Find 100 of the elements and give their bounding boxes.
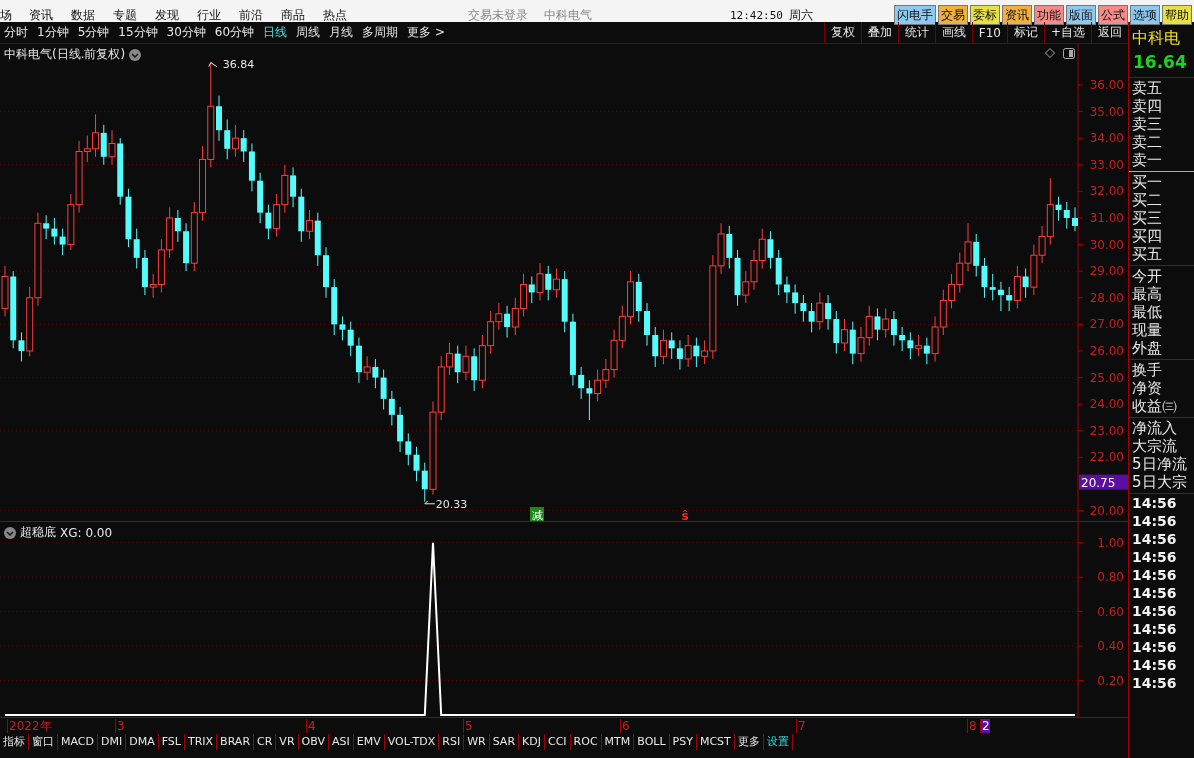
- quote-label: 卖一: [1131, 151, 1163, 169]
- function-button[interactable]: 帮助: [1162, 5, 1192, 25]
- axis-label: 25.00: [1089, 370, 1124, 385]
- function-button[interactable]: 委标: [970, 5, 1000, 25]
- indicator-tab[interactable]: DMA: [126, 734, 159, 750]
- period-tab[interactable]: 日线: [263, 24, 288, 41]
- clock: 12:42:50: [730, 8, 783, 22]
- indicator-tab[interactable]: 窗口: [29, 734, 58, 750]
- stock-name: 中科电气: [544, 6, 592, 24]
- menu-item[interactable]: 场: [0, 6, 20, 24]
- indicator-title: 超稳底: [20, 524, 56, 541]
- indicator-tab[interactable]: MCST: [696, 734, 735, 750]
- signal-marker: 减: [530, 507, 544, 522]
- date-label: 2022年: [7, 719, 52, 733]
- chart-tool-button[interactable]: 统计: [897, 22, 935, 43]
- period-tab[interactable]: 更多 >: [407, 24, 445, 41]
- axis-label: 0.80: [1097, 570, 1124, 585]
- date-cursor: 2: [980, 719, 990, 733]
- chart-tool-button[interactable]: F10: [971, 22, 1007, 43]
- indicator-tab[interactable]: MTM: [601, 734, 635, 750]
- chart-tool-button[interactable]: 返回: [1091, 22, 1128, 43]
- menu-item[interactable]: 资讯: [20, 6, 62, 24]
- quote-label: 大宗流: [1131, 437, 1178, 455]
- date-label: 3: [115, 719, 125, 733]
- indicator-tab[interactable]: BOLL: [634, 734, 670, 750]
- axis-label: 34.00: [1089, 131, 1124, 146]
- chart-tool-button[interactable]: 标记: [1006, 22, 1044, 43]
- chevron-down-icon[interactable]: [4, 526, 16, 539]
- period-tab[interactable]: 分时: [4, 24, 28, 41]
- indicator-tab[interactable]: ASI: [328, 734, 354, 750]
- axis-label: 20.00: [1089, 503, 1124, 518]
- menu-item[interactable]: 行业: [188, 6, 230, 24]
- diamond-icon[interactable]: [1045, 48, 1055, 58]
- indicator-reading: XG: 0.00: [60, 525, 113, 540]
- indicator-tab[interactable]: 指标: [0, 734, 29, 750]
- indicator-tab[interactable]: TRIX: [184, 734, 218, 750]
- indicator-tab[interactable]: VOL-TDX: [384, 734, 440, 750]
- period-tab[interactable]: 月线: [329, 24, 354, 41]
- menu-item[interactable]: 商品: [272, 6, 314, 24]
- period-tab[interactable]: 15分钟: [118, 24, 158, 41]
- menu-item[interactable]: 发现: [146, 6, 188, 24]
- function-button[interactable]: 资讯: [1002, 5, 1032, 25]
- menu-item[interactable]: 前沿: [230, 6, 272, 24]
- period-tab[interactable]: 5分钟: [77, 24, 110, 41]
- indicator-tab[interactable]: ROC: [570, 734, 602, 750]
- axis-label: 0.40: [1097, 639, 1124, 654]
- function-button[interactable]: 公式: [1098, 5, 1128, 25]
- quote-stock-name: 中科电: [1131, 27, 1181, 49]
- menu-item[interactable]: 数据: [62, 6, 104, 24]
- function-button[interactable]: 功能: [1034, 5, 1064, 25]
- settings-tab[interactable]: 设置: [763, 734, 793, 750]
- axis-label: 0.60: [1097, 604, 1124, 619]
- quote-label: 净资: [1131, 379, 1163, 397]
- trade-time: 14:56: [1131, 512, 1178, 530]
- chart-tool-button[interactable]: 复权: [823, 22, 861, 43]
- menu-item[interactable]: 专题: [104, 6, 146, 24]
- chart-tool-button[interactable]: 叠加: [860, 22, 898, 43]
- axis-label: 22.00: [1089, 450, 1124, 465]
- axis-label: 31.00: [1089, 210, 1124, 225]
- function-button[interactable]: 选项: [1130, 5, 1160, 25]
- function-button[interactable]: 版面: [1066, 5, 1096, 25]
- indicator-tab[interactable]: CR: [254, 734, 277, 750]
- panel-toggle-icon[interactable]: [1063, 48, 1075, 59]
- quote-label: 最低: [1131, 303, 1163, 321]
- indicator-tab[interactable]: OBV: [298, 734, 329, 750]
- indicator-tab[interactable]: SAR: [489, 734, 520, 750]
- indicator-tab[interactable]: PSY: [669, 734, 697, 750]
- trade-time: 14:56: [1131, 548, 1178, 566]
- indicator-tab[interactable]: VR: [276, 734, 299, 750]
- indicator-tab[interactable]: RSI: [439, 734, 465, 750]
- period-tab[interactable]: 1分钟: [37, 24, 69, 41]
- indicator-tab[interactable]: MACD: [58, 734, 98, 750]
- indicator-tab[interactable]: EMV: [353, 734, 385, 750]
- menu-item[interactable]: 热点: [314, 6, 356, 24]
- period-tab[interactable]: 周线: [296, 24, 321, 41]
- trade-time: 14:56: [1131, 620, 1178, 638]
- trade-time: 14:56: [1131, 674, 1178, 692]
- date-label: 4: [306, 719, 316, 733]
- chart-tool-button[interactable]: +自选: [1043, 22, 1091, 43]
- period-tab[interactable]: 60分钟: [214, 24, 255, 41]
- period-tab[interactable]: 多周期: [362, 24, 399, 41]
- chart-tool-button[interactable]: 画线: [934, 22, 972, 43]
- quote-label: 5日净流: [1131, 455, 1188, 473]
- indicator-tab[interactable]: WR: [464, 734, 490, 750]
- indicator-tab[interactable]: KDJ: [519, 734, 545, 750]
- indicator-tab[interactable]: CCI: [545, 734, 571, 750]
- indicator-tab[interactable]: DMI: [98, 734, 127, 750]
- function-button[interactable]: 闪电手: [894, 5, 936, 25]
- trade-time: 14:56: [1131, 566, 1178, 584]
- login-status: 交易未登录: [468, 6, 528, 24]
- indicator-tab[interactable]: BRAR: [217, 734, 255, 750]
- period-tab[interactable]: 30分钟: [166, 24, 206, 41]
- function-button[interactable]: 交易: [938, 5, 968, 25]
- signal-marker: ŝ: [681, 509, 689, 522]
- indicator-tab[interactable]: FSL: [158, 734, 185, 750]
- axis-label: 27.00: [1089, 317, 1124, 332]
- indicator-tab[interactable]: 更多: [734, 734, 764, 750]
- quote-label: 净流入: [1131, 419, 1178, 437]
- chevron-down-icon[interactable]: [129, 48, 142, 61]
- axis-label: 26.00: [1089, 343, 1124, 358]
